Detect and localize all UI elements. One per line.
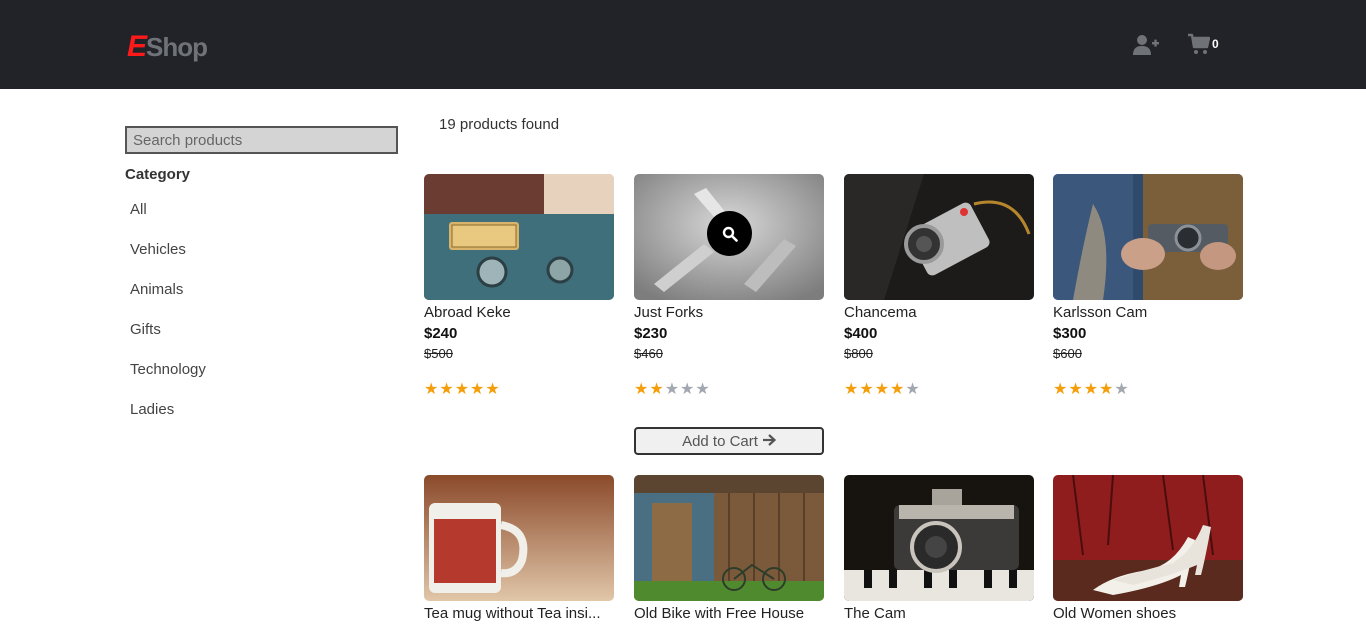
product-name[interactable]: Old Women shoes xyxy=(1053,605,1243,622)
search-icon xyxy=(722,226,738,242)
star-icon: ★ xyxy=(454,381,470,398)
product-old-price: $460 xyxy=(634,346,663,361)
sidebar: Category All Vehicles Animals Gifts Tech… xyxy=(125,126,398,441)
zoom-button[interactable] xyxy=(707,211,752,256)
products-found-count: 19 products found xyxy=(439,116,560,133)
product-price: $300 xyxy=(1053,325,1087,342)
star-icon: ★ xyxy=(1068,381,1083,398)
user-plus-icon[interactable] xyxy=(1133,34,1159,56)
add-to-cart-label: Add to Cart xyxy=(682,432,758,450)
product-name[interactable]: Karlsson Cam xyxy=(1053,304,1243,321)
category-title: Category xyxy=(125,166,191,183)
category-item-gifts[interactable]: Gifts xyxy=(130,321,398,361)
navbar: E Shop 0 xyxy=(0,0,1366,89)
product-image[interactable] xyxy=(424,174,614,300)
arrow-right-icon xyxy=(762,433,777,450)
product-rating: ★ ★ ★ ★ ★ xyxy=(1053,382,1243,398)
star-icon: ★ xyxy=(1099,381,1114,398)
category-item-animals[interactable]: Animals xyxy=(130,281,398,321)
product-card: The Cam xyxy=(844,475,1034,622)
product-image[interactable] xyxy=(424,475,614,601)
product-rating: ★ ★ ★ ★ ★ xyxy=(634,382,824,398)
category-item-vehicles[interactable]: Vehicles xyxy=(130,241,398,281)
cart-icon xyxy=(1188,33,1211,60)
category-item-ladies[interactable]: Ladies xyxy=(130,401,398,441)
product-old-price: $600 xyxy=(1053,346,1082,361)
product-price: $400 xyxy=(844,325,878,342)
star-icon: ★ xyxy=(890,381,905,398)
product-rating: ★ ★ ★ ★ ★ xyxy=(844,382,1034,398)
product-name[interactable]: Tea mug without Tea insi... xyxy=(424,605,614,622)
product-card: Old Women shoes xyxy=(1053,475,1243,622)
cart-count-badge: 0 xyxy=(1212,37,1219,51)
star-icon: ★ xyxy=(695,381,710,398)
product-old-price: $500 xyxy=(424,346,453,361)
star-icon: ★ xyxy=(649,381,664,398)
star-icon: ★ xyxy=(664,381,680,398)
star-icon: ★ xyxy=(905,381,920,398)
logo-e: E xyxy=(127,30,147,63)
product-image[interactable] xyxy=(844,475,1034,601)
search-input[interactable] xyxy=(125,126,398,154)
category-item-technology[interactable]: Technology xyxy=(130,361,398,401)
product-name[interactable]: Abroad Keke xyxy=(424,304,614,321)
product-image[interactable] xyxy=(634,174,824,300)
product-image[interactable] xyxy=(1053,174,1243,300)
cart-button[interactable]: 0 xyxy=(1188,33,1228,57)
product-name[interactable]: The Cam xyxy=(844,605,1034,622)
product-image[interactable] xyxy=(634,475,824,601)
add-to-cart-button[interactable]: Add to Cart xyxy=(634,427,824,455)
product-card: Karlsson Cam $300 $600 ★ ★ ★ ★ ★ xyxy=(1053,174,1243,398)
product-price: $240 xyxy=(424,325,458,342)
product-name[interactable]: Old Bike with Free House xyxy=(634,605,824,622)
product-card: Abroad Keke $240 $500 ★ ★ ★ ★ ★ xyxy=(424,174,614,398)
star-icon: ★ xyxy=(424,381,439,398)
product-name[interactable]: Just Forks xyxy=(634,304,824,321)
product-card: Chancema $400 $800 ★ ★ ★ ★ ★ xyxy=(844,174,1034,398)
star-icon: ★ xyxy=(470,381,485,398)
star-icon: ★ xyxy=(859,381,874,398)
star-icon: ★ xyxy=(844,381,859,398)
star-icon: ★ xyxy=(485,381,500,398)
product-card: Just Forks $230 $460 ★ ★ ★ ★ ★ xyxy=(634,174,824,398)
star-icon: ★ xyxy=(680,381,695,398)
star-icon: ★ xyxy=(874,381,890,398)
product-rating: ★ ★ ★ ★ ★ xyxy=(424,382,614,398)
product-image[interactable] xyxy=(844,174,1034,300)
logo[interactable]: E Shop xyxy=(127,30,208,63)
product-image[interactable] xyxy=(1053,475,1243,601)
star-icon: ★ xyxy=(439,381,454,398)
product-card: Tea mug without Tea insi... xyxy=(424,475,614,622)
category-list: All Vehicles Animals Gifts Technology La… xyxy=(125,201,398,441)
logo-text: Shop xyxy=(146,32,208,62)
star-icon: ★ xyxy=(1053,381,1068,398)
product-card: Old Bike with Free House xyxy=(634,475,824,622)
product-price: $230 xyxy=(634,325,668,342)
product-old-price: $800 xyxy=(844,346,873,361)
category-item-all[interactable]: All xyxy=(130,201,398,241)
star-icon: ★ xyxy=(1083,381,1099,398)
product-name[interactable]: Chancema xyxy=(844,304,1034,321)
star-icon: ★ xyxy=(634,381,649,398)
star-icon: ★ xyxy=(1114,381,1129,398)
